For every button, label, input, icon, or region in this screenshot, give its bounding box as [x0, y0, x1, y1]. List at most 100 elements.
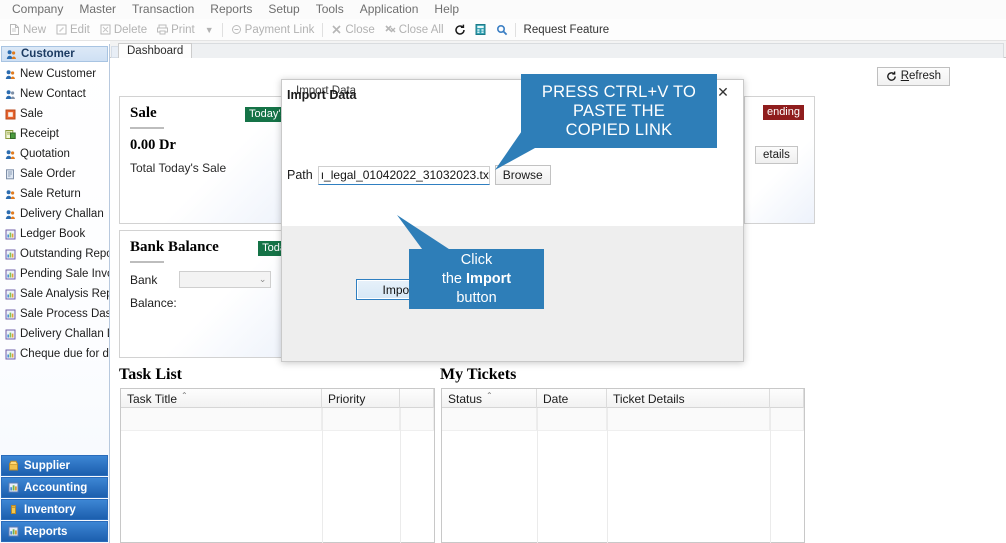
- new-file-icon: [9, 24, 20, 35]
- card-sale-title: Sale: [130, 105, 157, 121]
- close-icon: ✕: [717, 84, 729, 100]
- sidebar-bottom-label: Reports: [24, 525, 68, 538]
- toolbar-close-button[interactable]: Close: [326, 20, 379, 40]
- sidebar-item-pending-sale-invoices[interactable]: Pending Sale Invoices: [0, 264, 109, 284]
- toolbar: New Edit Delete Print ▼ Payment Link Clo…: [0, 19, 1006, 41]
- menu-item-application[interactable]: Application: [352, 0, 427, 19]
- sidebar-item-label: Ledger Book: [20, 228, 86, 240]
- sidebar-item-sale-analysis-report[interactable]: Sale Analysis Report: [0, 284, 109, 304]
- toolbar-delete-label: Delete: [113, 23, 148, 36]
- task-list-body[interactable]: [121, 408, 434, 543]
- sidebar-item-supplier[interactable]: Supplier: [1, 455, 108, 476]
- sidebar-item-reports[interactable]: Reports: [1, 521, 108, 542]
- card-bank-balance: Bank Balance Toda Bank ⌄ Balance:: [119, 230, 301, 358]
- sidebar-item-ledger-book[interactable]: Ledger Book: [0, 224, 109, 244]
- chevron-down-icon: ⌄: [258, 274, 267, 284]
- toolbar-search-button[interactable]: [491, 24, 512, 36]
- card-sale-value: 0.00 Dr: [130, 137, 176, 153]
- sidebar-header-label: Customer: [21, 48, 75, 60]
- sale-icon: [5, 109, 16, 120]
- my-tickets-body[interactable]: [442, 408, 804, 543]
- callout-paste-line-3: COPIED LINK: [565, 120, 673, 139]
- refresh-icon: [454, 24, 465, 35]
- balance-label: Balance:: [130, 296, 177, 310]
- my-tickets-column-status[interactable]: Status ⌃: [442, 389, 537, 408]
- toolbar-edit-button[interactable]: Edit: [51, 20, 95, 40]
- toolbar-print-dropdown[interactable]: ▼: [200, 20, 219, 40]
- printer-icon: [157, 24, 169, 35]
- task-list-column-extra[interactable]: [400, 389, 434, 408]
- menu-item-tools[interactable]: Tools: [308, 0, 352, 19]
- sidebar-item-accounting[interactable]: Accounting: [1, 477, 108, 498]
- my-tickets-column-date[interactable]: Date: [537, 389, 607, 408]
- card-pending: ending etails: [744, 96, 815, 224]
- sidebar-item-label: Delivery Challan: [20, 208, 104, 220]
- sidebar-item-sale-process-dashboard[interactable]: Sale Process Dashboa: [0, 304, 109, 324]
- my-tickets-column-ticket-details[interactable]: Ticket Details: [607, 389, 770, 408]
- sidebar-item-receipt[interactable]: Receipt: [0, 124, 109, 144]
- toolbar-request-feature-button[interactable]: Request Feature: [519, 20, 615, 40]
- sidebar-header-customer[interactable]: Customer: [1, 46, 108, 62]
- grid-column-divider: [607, 408, 608, 543]
- reports-icon: [8, 526, 19, 537]
- path-input-value: ı_legal_01042022_31032023.txt: [320, 168, 490, 182]
- delivery-challan-icon: [5, 209, 16, 220]
- sidebar-item-label: Sale Return: [20, 188, 81, 200]
- sidebar-item-label: Sale: [20, 108, 44, 120]
- task-list-column-priority[interactable]: Priority: [322, 389, 400, 408]
- inventory-icon: [8, 504, 19, 515]
- toolbar-close-label: Close: [345, 23, 375, 36]
- sidebar-item-delivery-challan[interactable]: Delivery Challan: [0, 204, 109, 224]
- path-input[interactable]: ı_legal_01042022_31032023.txt: [317, 165, 490, 185]
- menu-item-transaction[interactable]: Transaction: [124, 0, 202, 19]
- sidebar-item-sale-order[interactable]: Sale Order: [0, 164, 109, 184]
- sidebar-item-cheque-due-for-deposit[interactable]: Cheque due for depos: [0, 344, 109, 364]
- refresh-button[interactable]: RRefreshefresh: [876, 67, 950, 86]
- report-icon: [5, 329, 16, 340]
- card-sale-subtitle: Total Today's Sale: [130, 161, 227, 175]
- toolbar-delete-button[interactable]: Delete: [95, 20, 152, 40]
- table-row[interactable]: [121, 408, 434, 431]
- toolbar-print-label: Print: [171, 23, 195, 36]
- card-pending-details-button[interactable]: etails: [755, 146, 798, 164]
- sidebar-item-new-customer[interactable]: New Customer: [0, 64, 109, 84]
- toolbar-divider-3: [514, 22, 516, 37]
- table-cell: [442, 408, 537, 430]
- table-row[interactable]: [442, 408, 804, 431]
- sidebar-item-new-contact[interactable]: New Contact: [0, 84, 109, 104]
- toolbar-payment-link-button[interactable]: Payment Link: [226, 20, 320, 40]
- task-list-column-task-title[interactable]: Task Title ⌃: [121, 389, 322, 408]
- receipt-icon: [5, 129, 16, 140]
- menu-item-setup[interactable]: Setup: [260, 0, 307, 19]
- toolbar-new-button[interactable]: New: [4, 20, 51, 40]
- toolbar-close-all-button[interactable]: Close All: [380, 20, 449, 40]
- tab-dashboard[interactable]: Dashboard: [118, 43, 193, 59]
- sidebar-item-sale[interactable]: Sale: [0, 104, 109, 124]
- sidebar-bottom-label: Supplier: [24, 459, 71, 472]
- sidebar: Customer New Customer New Contact Sale R…: [0, 44, 110, 543]
- toolbar-edit-label: Edit: [70, 23, 90, 36]
- my-tickets-column-extra[interactable]: [770, 389, 804, 408]
- toolbar-close-all-label: Close All: [398, 23, 444, 36]
- menu-item-master[interactable]: Master: [71, 0, 124, 19]
- sidebar-item-label: Outstanding Report: [20, 248, 109, 260]
- toolbar-calculator-button[interactable]: [470, 24, 491, 35]
- bank-select[interactable]: ⌄: [179, 271, 272, 288]
- sidebar-item-inventory[interactable]: Inventory: [1, 499, 108, 520]
- refresh-button-label: RRefreshefresh: [900, 70, 941, 82]
- callout-paste-line-2: PASTE THE: [573, 101, 665, 120]
- menu-item-company[interactable]: Company: [4, 0, 71, 19]
- menu-item-reports[interactable]: Reports: [202, 0, 260, 19]
- sidebar-item-quotation[interactable]: Quotation: [0, 144, 109, 164]
- sidebar-item-delivery-challan-dashboard[interactable]: Delivery Challan Dashb: [0, 324, 109, 344]
- toolbar-refresh-button[interactable]: [449, 24, 470, 35]
- sidebar-item-label: New Contact: [20, 88, 86, 100]
- grid-column-divider: [400, 408, 401, 543]
- quotation-icon: [5, 149, 16, 160]
- sidebar-item-sale-return[interactable]: Sale Return: [0, 184, 109, 204]
- toolbar-divider-2: [322, 22, 324, 37]
- menu-item-help[interactable]: Help: [426, 0, 467, 19]
- sidebar-item-outstanding-report[interactable]: Outstanding Report: [0, 244, 109, 264]
- toolbar-print-button[interactable]: Print: [152, 20, 200, 40]
- grid-column-divider: [770, 408, 771, 543]
